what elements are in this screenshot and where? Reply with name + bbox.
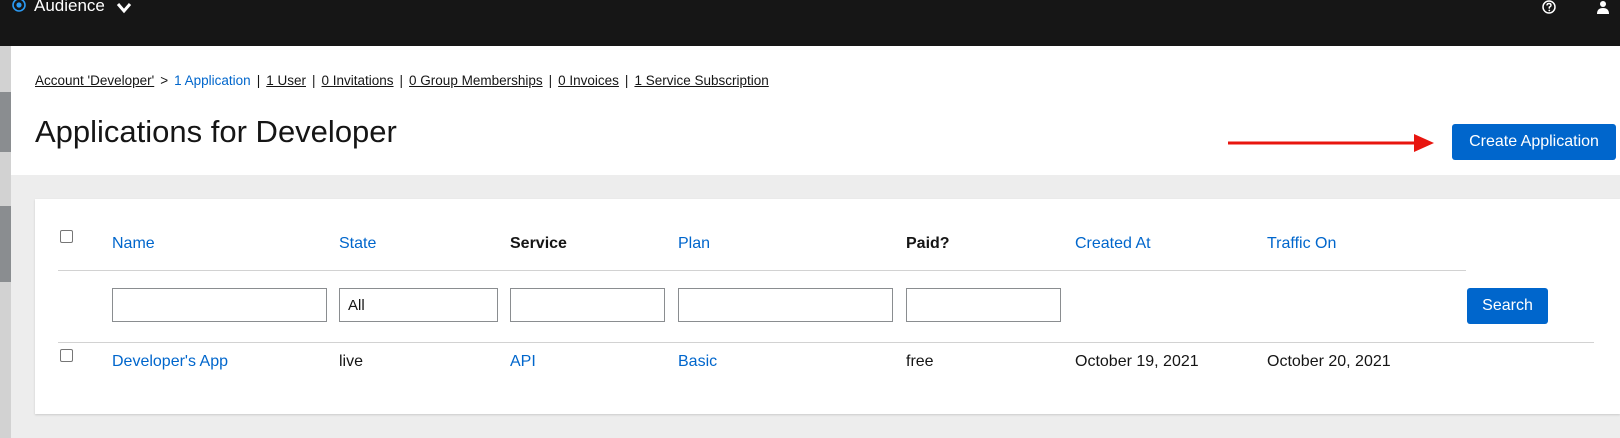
column-header-created-at[interactable]: Created At [1075, 235, 1151, 253]
top-navbar: Audience [0, 0, 1620, 46]
help-icon[interactable] [1542, 0, 1556, 14]
context-selector-label[interactable]: Audience [34, 0, 105, 16]
application-traffic-on: October 20, 2021 [1267, 353, 1391, 370]
breadcrumb-applications[interactable]: 1 Application [174, 73, 251, 88]
name-filter-input[interactable] [112, 288, 327, 322]
breadcrumb-group-memberships-link[interactable]: 0 Group Memberships [409, 73, 543, 88]
select-all-checkbox[interactable] [60, 230, 73, 243]
application-service-link[interactable]: API [510, 353, 536, 371]
state-filter-select[interactable] [339, 288, 498, 322]
page-header: Account 'Developer' >1 Application | 1 User… [11, 46, 1620, 175]
application-state: live [339, 353, 364, 370]
page-title: Applications for Developer [35, 114, 397, 149]
application-created-at: October 19, 2021 [1075, 353, 1199, 370]
column-header-state[interactable]: State [339, 235, 376, 253]
breadcrumb-service-subscriptions-link[interactable]: 1 Service Subscription [634, 73, 768, 88]
application-paid: free [906, 353, 934, 370]
header-divider [58, 270, 1466, 271]
context-icon [12, 0, 26, 12]
applications-table-card: Name State Service Plan Paid? Created At… [35, 199, 1620, 414]
breadcrumb-invoices-link[interactable]: 0 Invoices [558, 73, 619, 88]
search-button[interactable]: Search [1467, 288, 1548, 324]
column-header-service: Service [510, 235, 567, 252]
application-name-link[interactable]: Developer's App [112, 353, 228, 371]
left-sidebar-edge [0, 46, 11, 438]
plan-filter-input[interactable] [678, 288, 893, 322]
column-header-name[interactable]: Name [112, 235, 155, 253]
column-header-plan[interactable]: Plan [678, 235, 710, 253]
annotation-arrow [1228, 134, 1434, 152]
breadcrumb: Account 'Developer' >1 Application | 1 User… [35, 73, 769, 88]
breadcrumb-users-link[interactable]: 1 User [266, 73, 306, 88]
filter-divider [58, 342, 1594, 343]
service-filter-input[interactable] [510, 288, 665, 322]
column-header-traffic-on[interactable]: Traffic On [1267, 235, 1336, 253]
breadcrumb-account-link[interactable]: Account 'Developer' [35, 73, 154, 88]
column-header-paid: Paid? [906, 235, 950, 252]
create-application-button[interactable]: Create Application [1452, 124, 1616, 160]
application-plan-link[interactable]: Basic [678, 353, 717, 371]
user-icon[interactable] [1596, 0, 1610, 14]
paid-filter-input[interactable] [906, 288, 1061, 322]
chevron-down-icon[interactable] [116, 2, 132, 14]
row-checkbox[interactable] [60, 349, 73, 362]
breadcrumb-invitations-link[interactable]: 0 Invitations [321, 73, 393, 88]
